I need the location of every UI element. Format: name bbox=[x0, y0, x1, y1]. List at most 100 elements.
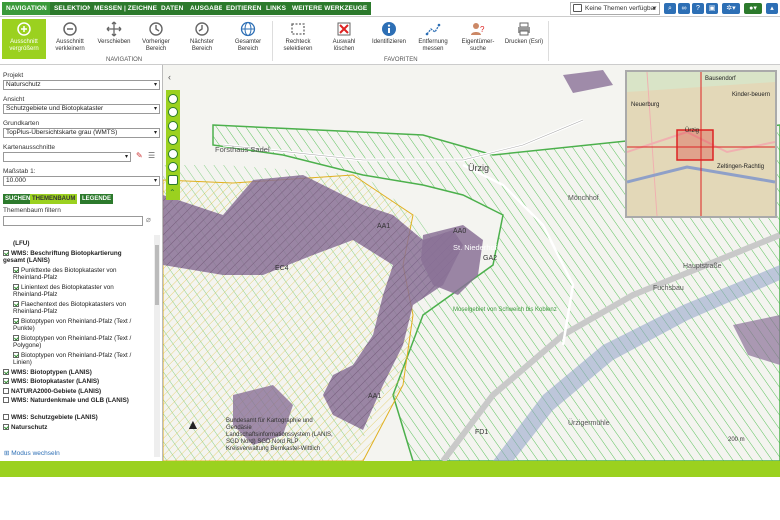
tree-item[interactable]: Biotoptypen von Rheinland-Pfalz (Text / … bbox=[13, 317, 143, 333]
place-monchhof: Mönchhof bbox=[568, 195, 599, 202]
tree-checkbox[interactable] bbox=[13, 351, 19, 358]
projekt-select[interactable]: Naturschutz ▾ bbox=[3, 80, 160, 90]
massstab-select[interactable]: 10.000 ▾ bbox=[3, 176, 160, 186]
pin-icon[interactable]: ✎ bbox=[136, 151, 143, 160]
globe-icon[interactable] bbox=[168, 107, 178, 117]
print-button[interactable]: Drucken (Esri) bbox=[502, 19, 546, 59]
grundkarten-select[interactable]: TopPlus-Übersichtskarte grau (WMTS) ▾ bbox=[3, 128, 160, 138]
rectangle-select-label: Rechteck selektieren bbox=[283, 39, 313, 52]
tree-checkbox[interactable] bbox=[13, 283, 19, 290]
link-icon[interactable]: ∞ bbox=[678, 3, 690, 14]
full-extent-button[interactable]: Gesamter Bereich bbox=[226, 19, 270, 59]
collapse-up-icon[interactable]: ▴ bbox=[766, 3, 778, 14]
tab-editieren[interactable]: EDITIEREN bbox=[222, 2, 266, 15]
zoom-in-icon[interactable] bbox=[168, 121, 178, 131]
subtab-legende[interactable]: LEGENDE bbox=[80, 194, 114, 204]
ribbon-separator bbox=[548, 21, 549, 61]
tree-item[interactable]: WMS: Biotopkataster (LANIS) bbox=[3, 378, 143, 386]
sidebar: Projekt Naturschutz ▾ Ansicht Schutzgebi… bbox=[0, 65, 163, 461]
zoom-in-icon[interactable] bbox=[168, 135, 178, 145]
tree-item[interactable]: (LFU) bbox=[13, 240, 143, 248]
tree-item[interactable]: Biotoptypen von Rheinland-Pfalz (Text / … bbox=[13, 351, 143, 367]
theme-tree: (LFU) WMS: Beschriftung Biotopkartierung … bbox=[3, 240, 153, 520]
modus-switch-button[interactable]: ⊞ Modus wechseln bbox=[4, 449, 60, 457]
scale-bar: 200 m bbox=[728, 437, 745, 443]
pan-icon bbox=[106, 21, 122, 37]
subtab-suchen[interactable]: SUCHEN bbox=[3, 194, 33, 204]
group-favoriten-label: FAVORITEN bbox=[384, 57, 418, 63]
scrollbar-thumb[interactable] bbox=[155, 245, 159, 305]
projekt-label: Projekt bbox=[3, 72, 24, 79]
zoom-in-icon[interactable] bbox=[168, 149, 178, 159]
tab-weitere-werkzeuge[interactable]: WEITERE WERKZEUGE bbox=[288, 2, 372, 15]
history-back-button[interactable]: Vorheriger Bereich bbox=[134, 19, 178, 59]
history-forward-button[interactable]: Nächster Bereich bbox=[180, 19, 224, 59]
tree-item[interactable]: Biotoptypen von Rheinland-Pfalz (Text / … bbox=[13, 334, 143, 350]
tree-item[interactable]: NATURA2000-Gebiete (LANIS) bbox=[3, 387, 143, 396]
tree-checkbox[interactable] bbox=[3, 397, 9, 403]
overview-map[interactable]: Bausendorf Kinder-beuern Neuerburg Zelti… bbox=[625, 70, 777, 218]
tree-checkbox[interactable] bbox=[13, 334, 19, 341]
grundkarten-label: Grundkarten bbox=[3, 120, 40, 127]
rectangle-select-button[interactable]: Rechteck selektieren bbox=[276, 19, 320, 59]
user-icon[interactable]: ●▾ bbox=[744, 3, 762, 14]
tree-item[interactable]: WMS: Beschriftung Biotopkartierung gesam… bbox=[3, 249, 143, 265]
tree-scrollbar[interactable] bbox=[154, 235, 160, 457]
tree-checkbox[interactable] bbox=[3, 423, 9, 430]
sidebar-collapse-icon[interactable]: ‹ bbox=[168, 72, 171, 82]
tree-checkbox[interactable] bbox=[3, 378, 9, 384]
owner-search-button[interactable]: ? Eigentümer-suche bbox=[456, 19, 500, 59]
tree-item-label: Punkttexte des Biotopkataster von Rheinl… bbox=[13, 266, 117, 282]
massstab-label: Maßstab 1: bbox=[3, 168, 36, 175]
fullscreen-icon[interactable] bbox=[168, 175, 178, 185]
tree-checkbox[interactable] bbox=[3, 387, 9, 394]
globe-icon[interactable] bbox=[168, 94, 178, 104]
measure-icon bbox=[425, 23, 441, 36]
tree-item[interactable]: Linientext des Biotopkataster von Rheinl… bbox=[13, 283, 143, 299]
tree-item[interactable]: WMS: Naturdenkmale und GLB (LANIS) bbox=[3, 397, 143, 405]
tree-checkbox[interactable] bbox=[3, 249, 9, 256]
tree-checkbox[interactable] bbox=[13, 266, 19, 273]
identify-button[interactable]: Identifizieren bbox=[367, 19, 411, 59]
delete-selection-button[interactable]: Auswahl löschen bbox=[322, 19, 366, 59]
filter-clear-icon[interactable]: ⌀ bbox=[146, 215, 151, 224]
measure-button[interactable]: Entfernung messen bbox=[411, 19, 455, 59]
north-arrow-icon: ▲ bbox=[186, 416, 200, 432]
ansicht-select[interactable]: Schutzgebiete und Biotopkataster ▾ bbox=[3, 104, 160, 114]
zoom-out-button[interactable]: Ausschnitt verkleinern bbox=[48, 19, 92, 59]
menu-icon[interactable]: ☰ bbox=[148, 151, 155, 160]
themes-select[interactable]: Keine Themen verfügbar ▾ bbox=[570, 2, 660, 15]
tab-links[interactable]: LINKS bbox=[262, 2, 290, 15]
pan-button[interactable]: Verschieben bbox=[92, 19, 136, 59]
chevron-up-icon[interactable]: ⌃ bbox=[169, 188, 176, 197]
filter-input[interactable] bbox=[3, 216, 143, 226]
print-label: Drucken (Esri) bbox=[504, 39, 544, 45]
tree-checkbox[interactable] bbox=[13, 317, 19, 324]
zoom-in-button[interactable]: Ausschnitt vergrößern bbox=[2, 19, 46, 59]
tab-navigation[interactable]: NAVIGATION bbox=[2, 2, 51, 15]
zoom-in-icon bbox=[17, 22, 31, 36]
tab-messen-zeichnen[interactable]: MESSEN | ZEICHNEN bbox=[90, 2, 166, 15]
overview-label-neuerburg: Neuerburg bbox=[631, 102, 660, 108]
tree-item[interactable]: Punkttexte des Biotopkataster von Rheinl… bbox=[13, 266, 143, 282]
tree-item-label: (LFU) bbox=[13, 240, 30, 247]
chevron-down-icon: ▾ bbox=[153, 82, 157, 88]
tree-item[interactable]: Flaechentext des Biotopkatasters von Rhe… bbox=[13, 300, 143, 316]
tree-checkbox[interactable] bbox=[3, 414, 9, 420]
help-icon[interactable]: ? bbox=[692, 3, 704, 14]
search-icon[interactable]: ⌕ bbox=[664, 3, 676, 14]
tree-item[interactable]: WMS: Schutzgebiete (LANIS) bbox=[3, 414, 143, 422]
zoom-out-icon[interactable] bbox=[168, 162, 178, 172]
history-forward-label: Nächster Bereich bbox=[189, 39, 214, 52]
save-icon[interactable]: ▣ bbox=[706, 3, 718, 14]
tree-item[interactable]: WMS: Biotoptypen (LANIS) bbox=[3, 368, 143, 377]
tree-checkbox[interactable] bbox=[13, 300, 19, 307]
gear-icon[interactable]: ✲▾ bbox=[722, 3, 740, 14]
subtab-themenbaum[interactable]: THEMENBAUM bbox=[30, 194, 78, 204]
tree-checkbox[interactable] bbox=[3, 368, 9, 375]
tree-item[interactable]: Naturschutz bbox=[3, 423, 143, 432]
kartenausschnitte-select[interactable]: ▾ bbox=[3, 152, 131, 162]
place-niederhof: St. Niederhof bbox=[453, 243, 497, 252]
tab-daten[interactable]: DATEN bbox=[157, 2, 188, 15]
zoom-out-icon bbox=[63, 22, 77, 36]
